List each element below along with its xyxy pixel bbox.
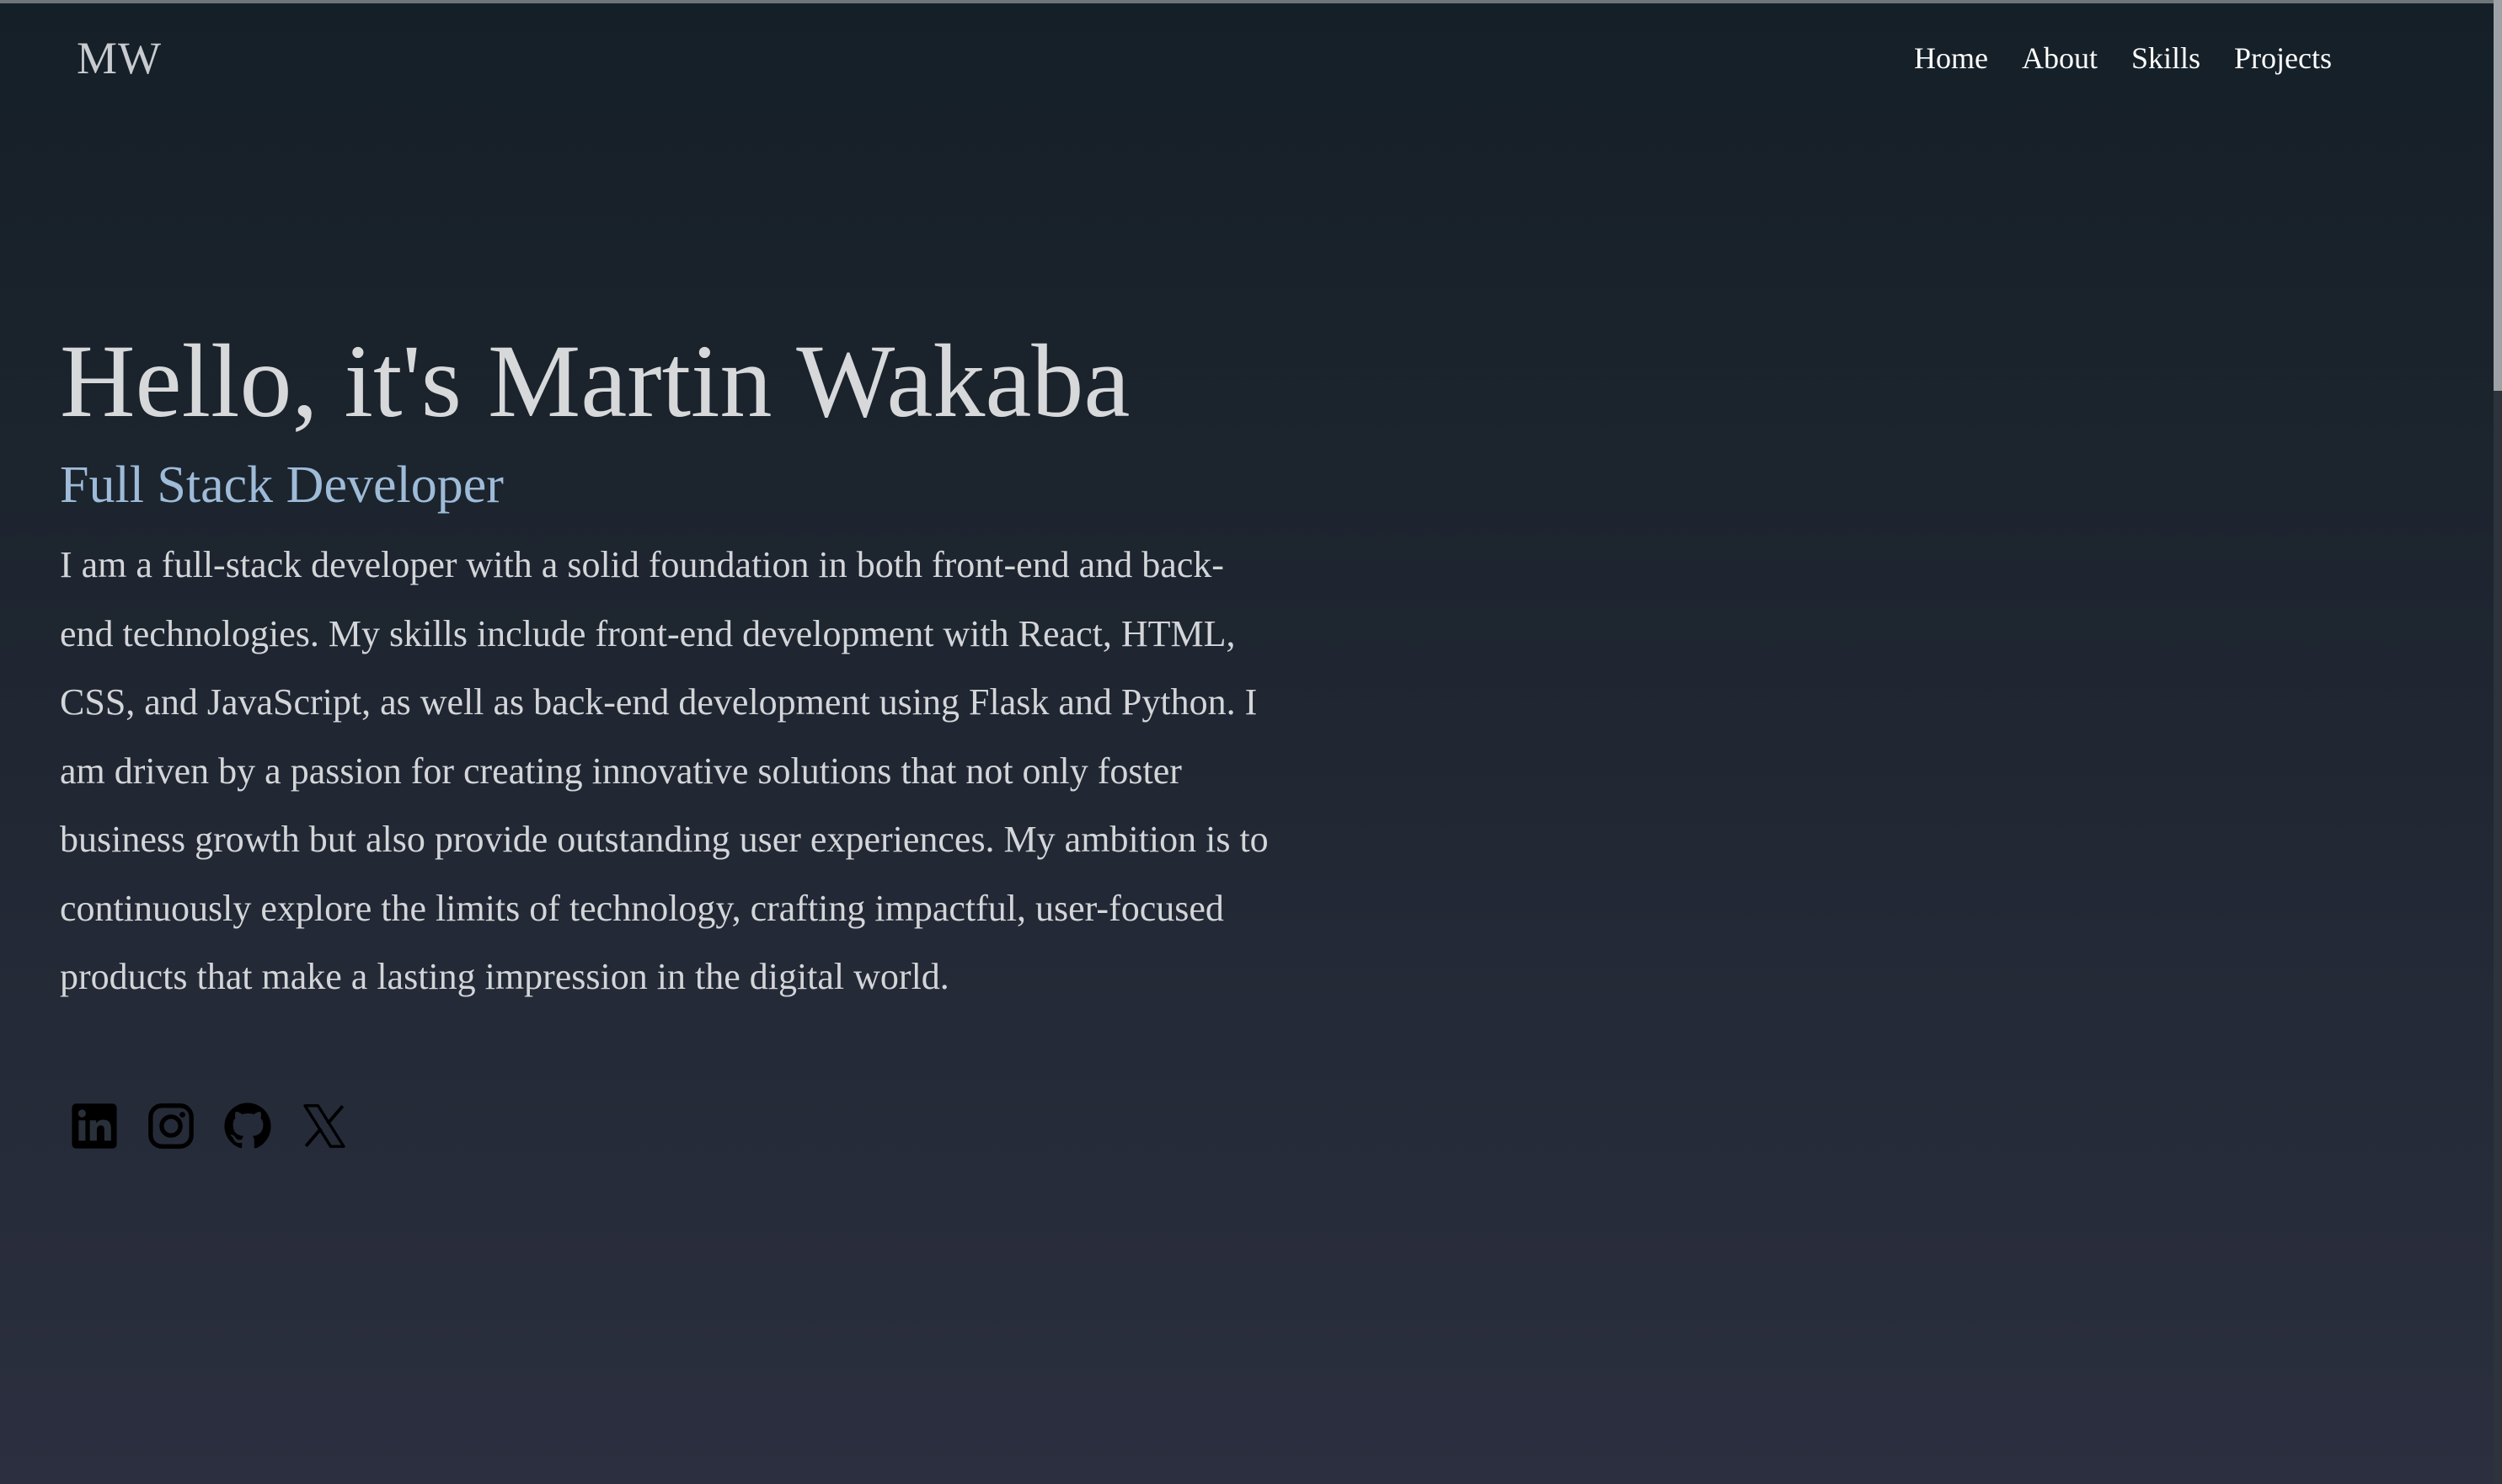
nav-link-about[interactable]: About xyxy=(2022,40,2098,76)
hero-bio: I am a full-stack developer with a solid… xyxy=(60,544,1269,997)
x-twitter-link[interactable] xyxy=(300,1102,349,1150)
hero-greeting: Hello, it's Martin Wakaba xyxy=(60,323,1131,439)
logo-link[interactable]: MW xyxy=(77,32,162,84)
nav-link-projects[interactable]: Projects xyxy=(2234,40,2332,76)
scrollbar-thumb[interactable] xyxy=(2494,0,2502,391)
github-link[interactable] xyxy=(223,1102,272,1150)
linkedin-link[interactable] xyxy=(70,1102,119,1150)
hero-section: Hello, it's Martin Wakaba Full Stack Dev… xyxy=(60,318,1307,1012)
instagram-icon xyxy=(148,1103,194,1149)
social-links xyxy=(70,1102,349,1150)
instagram-link[interactable] xyxy=(147,1102,195,1150)
hero-role: Full Stack Developer xyxy=(60,456,504,514)
linkedin-icon xyxy=(72,1103,117,1149)
nav-link-home[interactable]: Home xyxy=(1914,40,1988,76)
site-header: MW Home About Skills Projects xyxy=(0,3,2494,104)
x-twitter-icon xyxy=(303,1104,345,1148)
page-scrollbar[interactable] xyxy=(2494,0,2502,1484)
main-nav: Home About Skills Projects xyxy=(1914,40,2332,76)
nav-link-skills[interactable]: Skills xyxy=(2131,40,2200,76)
github-icon xyxy=(224,1102,271,1149)
